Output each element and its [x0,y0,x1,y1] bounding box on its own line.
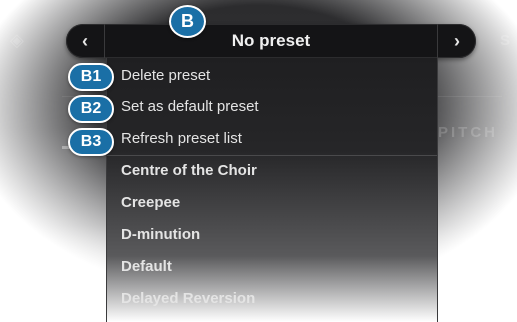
pitch-tab-label[interactable]: PITCH [438,124,498,141]
preset-item[interactable]: Centre of the Choir [121,155,257,185]
refresh-preset-list-item[interactable]: Refresh preset list [121,123,242,153]
set-default-preset-item[interactable]: Set as default preset [121,91,259,121]
preset-item[interactable]: D-minution [121,219,200,249]
annotation-badge-b1: B1 [68,63,114,91]
chevron-left-icon: ‹ [82,30,88,51]
preset-item[interactable]: Creepee [121,187,180,217]
current-preset-name[interactable]: No preset [104,24,438,58]
chevron-right-icon: › [454,30,460,51]
preset-item[interactable]: Default [121,251,172,281]
delete-preset-item[interactable]: Delete preset [121,60,210,90]
preset-dropdown-menu: Delete preset Set as default preset Refr… [106,58,438,322]
next-preset-button[interactable]: › [437,24,476,58]
preset-item[interactable]: Delayed Reversion [121,283,255,313]
preset-selector-bar[interactable]: ‹ No preset › [66,24,476,58]
annotation-badge-b3: B3 [68,128,114,156]
annotation-badge-b2: B2 [68,95,114,123]
previous-preset-button[interactable]: ‹ [66,24,105,58]
annotation-badge-b: B [169,5,206,38]
cube-icon: ◈ [10,30,27,50]
header-right-letter: S [500,32,514,49]
